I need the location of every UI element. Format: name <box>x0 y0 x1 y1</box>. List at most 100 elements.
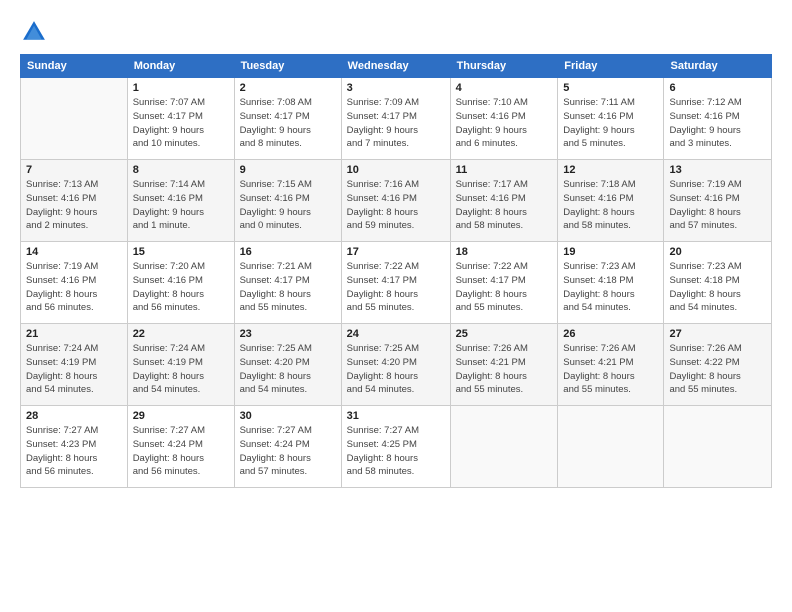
day-info: Sunrise: 7:10 AM Sunset: 4:16 PM Dayligh… <box>456 96 553 151</box>
day-number: 25 <box>456 328 553 340</box>
calendar-cell <box>664 406 772 488</box>
day-number: 15 <box>133 246 229 258</box>
day-number: 1 <box>133 82 229 94</box>
day-number: 16 <box>240 246 336 258</box>
day-info: Sunrise: 7:18 AM Sunset: 4:16 PM Dayligh… <box>563 178 658 233</box>
day-number: 7 <box>26 164 122 176</box>
calendar-cell: 28Sunrise: 7:27 AM Sunset: 4:23 PM Dayli… <box>21 406 128 488</box>
day-number: 27 <box>669 328 766 340</box>
day-info: Sunrise: 7:24 AM Sunset: 4:19 PM Dayligh… <box>26 342 122 397</box>
day-info: Sunrise: 7:27 AM Sunset: 4:24 PM Dayligh… <box>240 424 336 479</box>
calendar-cell: 9 Sunrise: 7:15 AM Sunset: 4:16 PM Daylig… <box>234 160 341 242</box>
day-info: Sunrise: 7:27 AM Sunset: 4:24 PM Dayligh… <box>133 424 229 479</box>
day-number: 8 <box>133 164 229 176</box>
calendar-cell: 29 Sunrise: 7:27 AM Sunset: 4:24 PM Dayli… <box>127 406 234 488</box>
calendar-cell: 14Sunrise: 7:19 AM Sunset: 4:16 PM Dayli… <box>21 242 128 324</box>
calendar-cell: 12Sunrise: 7:18 AM Sunset: 4:16 PM Dayli… <box>558 160 664 242</box>
calendar-cell: 20 Sunrise: 7:23 AM Sunset: 4:18 PM Dayli… <box>664 242 772 324</box>
weekday-header-wednesday: Wednesday <box>341 55 450 78</box>
calendar-cell: 25 Sunrise: 7:26 AM Sunset: 4:21 PM Dayli… <box>450 324 558 406</box>
calendar-cell: 15Sunrise: 7:20 AM Sunset: 4:16 PM Dayli… <box>127 242 234 324</box>
logo <box>20 18 52 46</box>
day-number: 2 <box>240 82 336 94</box>
day-info: Sunrise: 7:26 AM Sunset: 4:21 PM Dayligh… <box>456 342 553 397</box>
page: SundayMondayTuesdayWednesdayThursdayFrid… <box>0 0 792 612</box>
calendar-cell: 7 Sunrise: 7:13 AM Sunset: 4:16 PM Daylig… <box>21 160 128 242</box>
day-info: Sunrise: 7:26 AM Sunset: 4:21 PM Dayligh… <box>563 342 658 397</box>
day-number: 21 <box>26 328 122 340</box>
calendar-cell: 18 Sunrise: 7:22 AM Sunset: 4:17 PM Dayli… <box>450 242 558 324</box>
calendar-cell: 2Sunrise: 7:08 AM Sunset: 4:17 PM Daylig… <box>234 78 341 160</box>
calendar-cell: 23 Sunrise: 7:25 AM Sunset: 4:20 PM Dayli… <box>234 324 341 406</box>
weekday-header-friday: Friday <box>558 55 664 78</box>
day-number: 31 <box>347 410 445 422</box>
calendar-cell: 6Sunrise: 7:12 AM Sunset: 4:16 PM Daylig… <box>664 78 772 160</box>
calendar-cell <box>450 406 558 488</box>
calendar-cell: 22 Sunrise: 7:24 AM Sunset: 4:19 PM Dayli… <box>127 324 234 406</box>
day-number: 10 <box>347 164 445 176</box>
weekday-header-sunday: Sunday <box>21 55 128 78</box>
day-number: 5 <box>563 82 658 94</box>
day-number: 24 <box>347 328 445 340</box>
day-info: Sunrise: 7:22 AM Sunset: 4:17 PM Dayligh… <box>456 260 553 315</box>
week-row-1: 1 Sunrise: 7:07 AM Sunset: 4:17 PM Daylig… <box>21 78 772 160</box>
weekday-header-row: SundayMondayTuesdayWednesdayThursdayFrid… <box>21 55 772 78</box>
calendar-cell <box>21 78 128 160</box>
day-number: 29 <box>133 410 229 422</box>
calendar-cell: 16 Sunrise: 7:21 AM Sunset: 4:17 PM Dayli… <box>234 242 341 324</box>
calendar-cell: 19 Sunrise: 7:23 AM Sunset: 4:18 PM Dayli… <box>558 242 664 324</box>
weekday-header-monday: Monday <box>127 55 234 78</box>
week-row-5: 28Sunrise: 7:27 AM Sunset: 4:23 PM Dayli… <box>21 406 772 488</box>
day-info: Sunrise: 7:19 AM Sunset: 4:16 PM Dayligh… <box>669 178 766 233</box>
logo-icon <box>20 18 48 46</box>
day-number: 23 <box>240 328 336 340</box>
header <box>20 18 772 46</box>
calendar-cell: 13 Sunrise: 7:19 AM Sunset: 4:16 PM Dayli… <box>664 160 772 242</box>
day-number: 11 <box>456 164 553 176</box>
weekday-header-thursday: Thursday <box>450 55 558 78</box>
day-info: Sunrise: 7:17 AM Sunset: 4:16 PM Dayligh… <box>456 178 553 233</box>
calendar-cell: 8 Sunrise: 7:14 AM Sunset: 4:16 PM Daylig… <box>127 160 234 242</box>
day-number: 9 <box>240 164 336 176</box>
day-number: 26 <box>563 328 658 340</box>
day-info: Sunrise: 7:26 AM Sunset: 4:22 PM Dayligh… <box>669 342 766 397</box>
day-info: Sunrise: 7:16 AM Sunset: 4:16 PM Dayligh… <box>347 178 445 233</box>
day-info: Sunrise: 7:11 AM Sunset: 4:16 PM Dayligh… <box>563 96 658 151</box>
calendar-cell: 27 Sunrise: 7:26 AM Sunset: 4:22 PM Dayli… <box>664 324 772 406</box>
day-info: Sunrise: 7:15 AM Sunset: 4:16 PM Dayligh… <box>240 178 336 233</box>
day-info: Sunrise: 7:14 AM Sunset: 4:16 PM Dayligh… <box>133 178 229 233</box>
calendar-cell: 31Sunrise: 7:27 AM Sunset: 4:25 PM Dayli… <box>341 406 450 488</box>
day-info: Sunrise: 7:23 AM Sunset: 4:18 PM Dayligh… <box>563 260 658 315</box>
week-row-3: 14Sunrise: 7:19 AM Sunset: 4:16 PM Dayli… <box>21 242 772 324</box>
day-info: Sunrise: 7:24 AM Sunset: 4:19 PM Dayligh… <box>133 342 229 397</box>
week-row-2: 7 Sunrise: 7:13 AM Sunset: 4:16 PM Daylig… <box>21 160 772 242</box>
day-info: Sunrise: 7:07 AM Sunset: 4:17 PM Dayligh… <box>133 96 229 151</box>
day-number: 19 <box>563 246 658 258</box>
weekday-header-saturday: Saturday <box>664 55 772 78</box>
day-info: Sunrise: 7:23 AM Sunset: 4:18 PM Dayligh… <box>669 260 766 315</box>
weekday-header-tuesday: Tuesday <box>234 55 341 78</box>
day-info: Sunrise: 7:21 AM Sunset: 4:17 PM Dayligh… <box>240 260 336 315</box>
calendar-cell <box>558 406 664 488</box>
day-info: Sunrise: 7:25 AM Sunset: 4:20 PM Dayligh… <box>347 342 445 397</box>
day-info: Sunrise: 7:12 AM Sunset: 4:16 PM Dayligh… <box>669 96 766 151</box>
day-info: Sunrise: 7:25 AM Sunset: 4:20 PM Dayligh… <box>240 342 336 397</box>
day-number: 17 <box>347 246 445 258</box>
calendar-cell: 4 Sunrise: 7:10 AM Sunset: 4:16 PM Daylig… <box>450 78 558 160</box>
day-number: 18 <box>456 246 553 258</box>
calendar-cell: 30 Sunrise: 7:27 AM Sunset: 4:24 PM Dayli… <box>234 406 341 488</box>
day-info: Sunrise: 7:27 AM Sunset: 4:23 PM Dayligh… <box>26 424 122 479</box>
day-info: Sunrise: 7:13 AM Sunset: 4:16 PM Dayligh… <box>26 178 122 233</box>
day-number: 4 <box>456 82 553 94</box>
calendar-cell: 11 Sunrise: 7:17 AM Sunset: 4:16 PM Dayli… <box>450 160 558 242</box>
week-row-4: 21 Sunrise: 7:24 AM Sunset: 4:19 PM Dayli… <box>21 324 772 406</box>
day-number: 3 <box>347 82 445 94</box>
day-number: 22 <box>133 328 229 340</box>
day-info: Sunrise: 7:09 AM Sunset: 4:17 PM Dayligh… <box>347 96 445 151</box>
calendar-cell: 10 Sunrise: 7:16 AM Sunset: 4:16 PM Dayli… <box>341 160 450 242</box>
day-number: 13 <box>669 164 766 176</box>
calendar-cell: 26 Sunrise: 7:26 AM Sunset: 4:21 PM Dayli… <box>558 324 664 406</box>
calendar-cell: 1 Sunrise: 7:07 AM Sunset: 4:17 PM Daylig… <box>127 78 234 160</box>
day-number: 20 <box>669 246 766 258</box>
day-number: 30 <box>240 410 336 422</box>
